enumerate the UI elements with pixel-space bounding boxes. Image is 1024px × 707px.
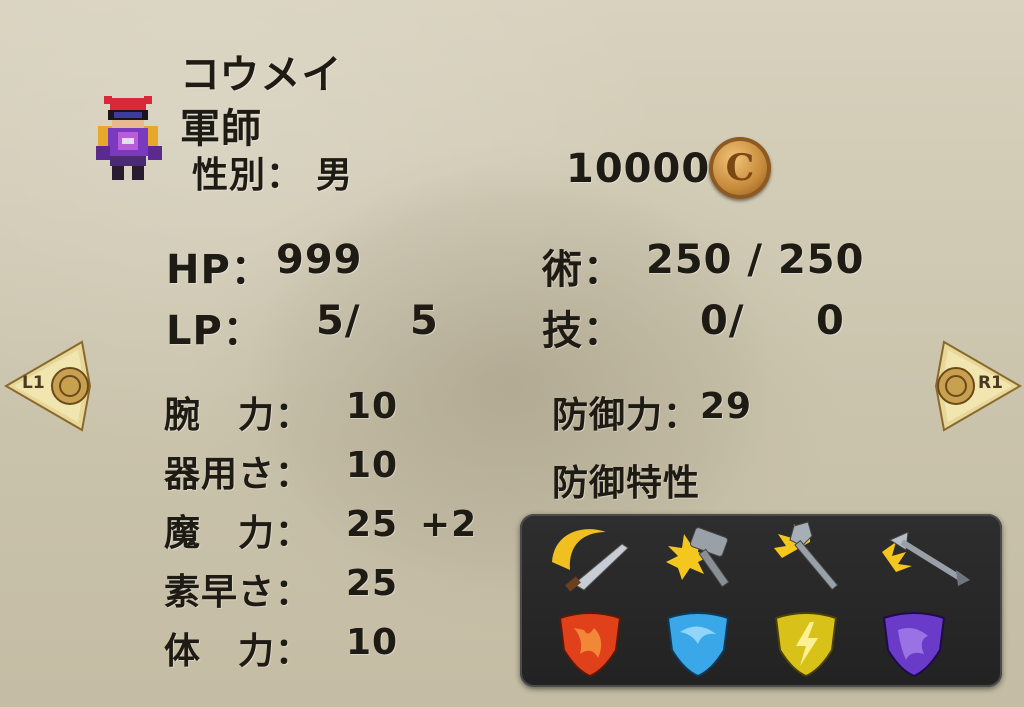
waza-max: 0: [816, 298, 845, 344]
next-character-button[interactable]: R1: [932, 340, 1022, 432]
defense-traits-panel: [520, 514, 1002, 687]
projectile-icon: [878, 522, 970, 594]
attr-value-dexterity: 10: [346, 445, 399, 486]
coin-icon: C: [709, 137, 771, 199]
slash-icon: [544, 522, 634, 594]
lp-current: 5/: [316, 298, 361, 344]
attr-label-speed: 素早さ：: [164, 572, 313, 613]
character-name: コウメイ: [180, 52, 343, 98]
attr-value-speed: 25: [346, 563, 399, 604]
fire-shield-icon: [554, 610, 644, 682]
blunt-icon: [660, 522, 750, 594]
pierce-icon: [772, 518, 862, 591]
defense-label: 防御力：: [552, 395, 701, 436]
defense-value: 29: [700, 386, 753, 427]
next-button-label: R1: [978, 373, 1003, 393]
attr-value-magic: 25: [346, 504, 399, 545]
thunder-shield-icon: [770, 610, 860, 682]
attr-value-strength: 10: [346, 386, 399, 427]
water-shield-icon: [662, 610, 752, 682]
jutsu-value: 250 / 250: [646, 237, 865, 283]
hp-value: 999: [276, 237, 363, 283]
attr-label-strength: 腕 力：: [164, 395, 313, 436]
lp-label: LP：: [166, 308, 264, 354]
character-sprite: [92, 96, 166, 182]
gender-value: 男: [316, 155, 354, 196]
hp-label: HP：: [166, 247, 272, 293]
attr-bonus-magic: +2: [420, 504, 478, 545]
gender-label: 性別：: [192, 155, 304, 196]
prev-button-label: L1: [22, 373, 45, 393]
attr-value-vitality: 10: [346, 622, 399, 663]
attr-label-magic: 魔 力：: [164, 513, 313, 554]
attr-label-vitality: 体 力：: [164, 631, 313, 672]
waza-label: 技：: [542, 308, 624, 354]
money-value: 10000: [566, 146, 711, 192]
defense-traits-label: 防御特性: [552, 463, 701, 504]
dark-shield-icon: [878, 610, 968, 682]
prev-character-button[interactable]: L1: [4, 340, 94, 432]
attr-label-dexterity: 器用さ：: [164, 454, 313, 495]
lp-max: 5: [410, 298, 439, 344]
waza-current: 0/: [700, 298, 745, 344]
jutsu-label: 術：: [542, 247, 624, 293]
